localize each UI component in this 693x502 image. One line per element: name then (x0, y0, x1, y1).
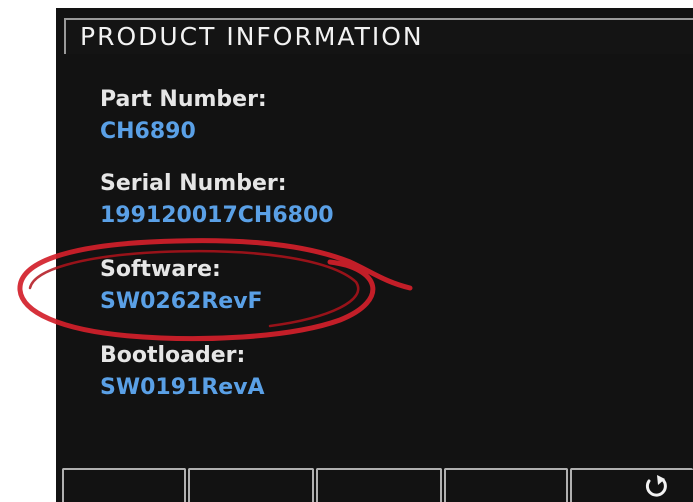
softkey-1[interactable] (62, 468, 186, 502)
bootloader-value: SW0191RevA (100, 375, 265, 400)
serial-number-field: Serial Number: 199120017CH6800 (100, 168, 334, 232)
softkey-bar (56, 454, 693, 502)
software-label: Software: (100, 257, 221, 282)
serial-number-label: Serial Number: (100, 171, 287, 196)
bootloader-field: Bootloader: SW0191RevA (100, 340, 265, 404)
title-bar: PRODUCT INFORMATION (64, 18, 693, 54)
back-arrow-icon (645, 475, 667, 497)
device-screen: PRODUCT INFORMATION Part Number: CH6890 … (56, 8, 693, 502)
software-value: SW0262RevF (100, 289, 263, 314)
softkey-2[interactable] (188, 468, 314, 502)
part-number-label: Part Number: (100, 87, 267, 112)
page-title: PRODUCT INFORMATION (80, 22, 424, 51)
serial-number-value: 199120017CH6800 (100, 203, 334, 228)
softkey-3[interactable] (316, 468, 442, 502)
part-number-value: CH6890 (100, 119, 196, 144)
softkey-4[interactable] (444, 468, 568, 502)
bootloader-label: Bootloader: (100, 343, 246, 368)
part-number-field: Part Number: CH6890 (100, 84, 267, 148)
softkey-back[interactable] (570, 468, 693, 502)
software-field: Software: SW0262RevF (100, 254, 263, 318)
